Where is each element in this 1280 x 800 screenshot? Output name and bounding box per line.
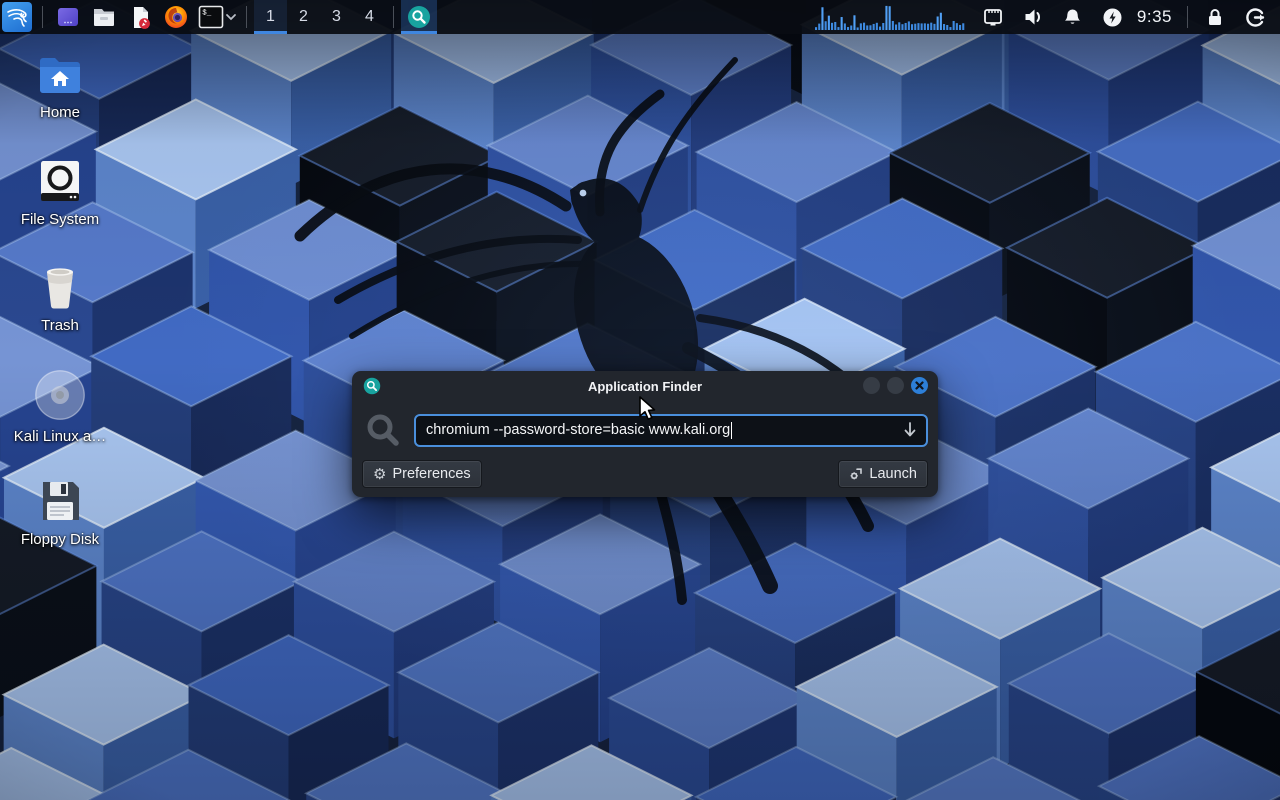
desktop-icon-label: Trash [41,317,79,334]
app-window-launcher[interactable] [53,2,83,32]
clock[interactable]: 9:35 [1137,7,1172,27]
text-caret [731,422,732,439]
floppy-disk-icon [37,478,83,524]
volume-icon [1022,6,1044,28]
history-dropdown-button[interactable] [902,421,918,439]
panel-separator [246,6,247,28]
kali-menu-icon [5,5,29,29]
desktop-icon-home[interactable]: Home [8,53,112,121]
preferences-button[interactable]: ⚙ Preferences [362,460,482,488]
ethernet-tray-item[interactable] [982,6,1004,28]
home-folder-icon [36,53,84,97]
desktop-icon-trash[interactable]: Trash [8,264,112,334]
close-button[interactable] [911,377,928,394]
cpu-graph[interactable] [815,3,965,31]
power-manager-tray-item[interactable] [1102,6,1124,28]
window-title: Application Finder [352,379,938,394]
launch-button-label: Launch [869,466,917,482]
workspace-1[interactable]: 1 [254,0,287,34]
text-editor-icon [128,5,153,30]
top-panel: $_ 1 2 3 4 [0,0,1280,34]
desktop-icon-label: Home [40,104,80,121]
workspace-2[interactable]: 2 [287,0,320,34]
workspace-4[interactable]: 4 [353,0,386,34]
terminal-dropdown[interactable] [225,13,239,21]
search-icon [364,411,402,449]
desktop-icon-kali-disc[interactable]: Kali Linux a… [8,369,112,445]
kali-menu-button[interactable] [2,2,32,32]
workspace-1-label: 1 [266,8,275,26]
desktop-icon-floppy-disk[interactable]: Floppy Disk [8,478,112,548]
gear-icon: ⚙ [373,467,386,482]
logout-icon [1245,7,1266,28]
system-tray: 9:35 [815,3,1280,31]
lock-icon [1205,7,1225,27]
file-system-drive-icon [37,158,83,204]
trash-icon [37,264,83,310]
lock-screen-button[interactable] [1204,6,1226,28]
volume-tray-item[interactable] [1022,6,1044,28]
kali-desktop: $_ 1 2 3 4 [0,0,1280,800]
notifications-bell-icon [1062,7,1083,28]
file-manager-launcher[interactable] [89,2,119,32]
application-finder-icon [363,377,381,395]
file-manager-icon [91,4,117,30]
panel-separator [42,6,43,28]
launch-button[interactable]: Launch [838,460,928,488]
panel-separator [393,6,394,28]
desktop-icon-label: Floppy Disk [21,531,99,548]
app-window-icon [56,5,80,29]
workspace-3[interactable]: 3 [320,0,353,34]
notifications-tray-item[interactable] [1062,6,1084,28]
command-input[interactable]: chromium --password-store=basic www.kali… [414,414,928,447]
maximize-button[interactable] [887,377,904,394]
command-input-value: chromium --password-store=basic www.kali… [426,422,730,438]
terminal-launcher[interactable]: $_ [197,2,224,32]
workspace-2-label: 2 [299,8,308,26]
application-finder-icon [407,5,431,29]
panel-separator [1187,6,1188,28]
desktop-icon-file-system[interactable]: File System [8,158,112,228]
workspace-4-label: 4 [365,8,374,26]
dropdown-arrow-icon [902,421,918,439]
svg-text:$_: $_ [202,10,212,18]
text-editor-launcher[interactable] [125,2,155,32]
desktop-icon-label: File System [21,211,99,228]
mouse-cursor [638,396,660,422]
logout-button[interactable] [1244,6,1266,28]
desktop-icon-label: Kali Linux a… [14,428,107,445]
close-icon [915,381,924,390]
firefox-icon [163,4,189,30]
taskbar-application-finder-button[interactable] [401,0,437,34]
terminal-icon: $_ [198,4,224,30]
kali-disc-icon [34,369,86,421]
run-gear-icon [849,467,863,481]
minimize-button[interactable] [863,377,880,394]
workspace-3-label: 3 [332,8,341,26]
preferences-button-label: Preferences [392,466,470,482]
application-finder-window: Application Finder chromium --password-s… [352,371,938,497]
ethernet-icon [982,6,1004,28]
power-icon [1102,7,1123,28]
firefox-launcher[interactable] [161,2,191,32]
chevron-down-icon [225,13,237,21]
